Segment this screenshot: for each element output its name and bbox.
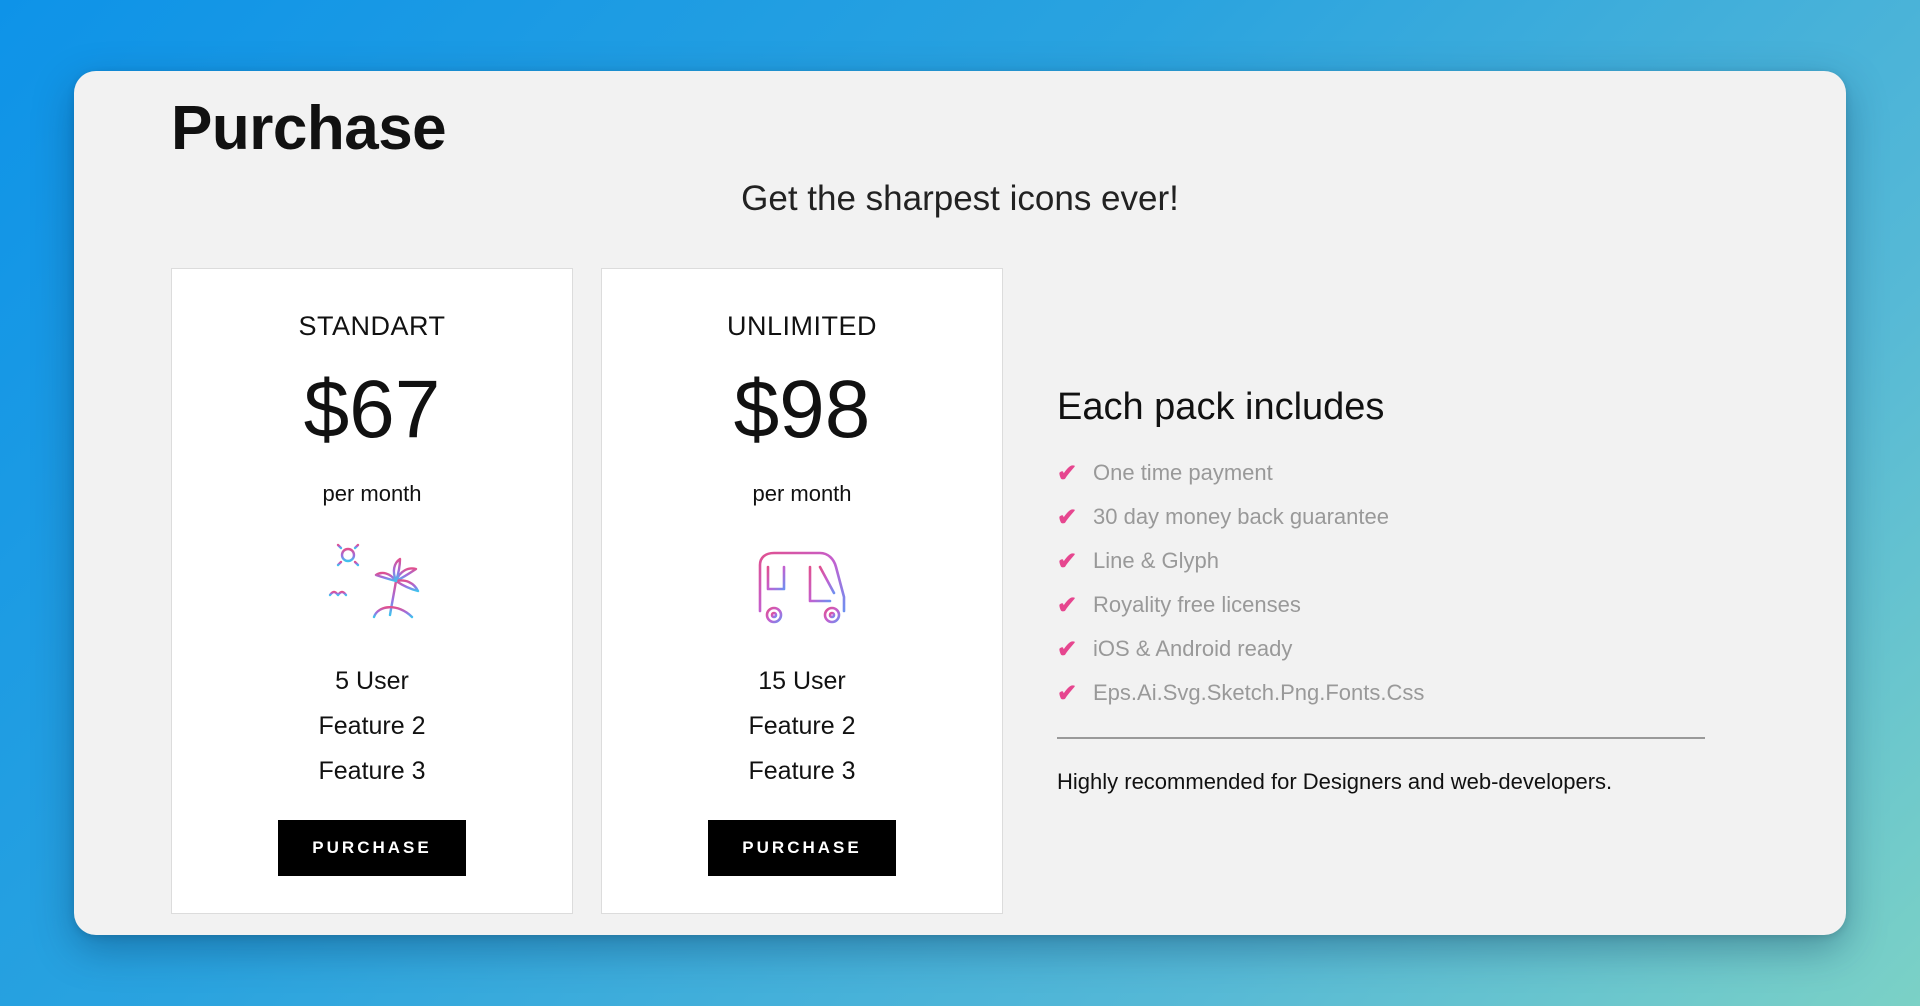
check-icon: ✔ bbox=[1057, 459, 1078, 487]
includes-item: ✔ 30 day money back guarantee bbox=[1057, 495, 1717, 539]
check-icon: ✔ bbox=[1057, 547, 1078, 575]
pricing-window: Purchase Get the sharpest icons ever! ST… bbox=[74, 71, 1846, 935]
plan-card-standart: STANDART $67 per month 5 User Feature 2 … bbox=[171, 268, 573, 914]
includes-item-label: Eps.Ai.Svg.Sketch.Png.Fonts.Css bbox=[1093, 680, 1425, 705]
includes-item-label: iOS & Android ready bbox=[1093, 636, 1293, 661]
includes-item: ✔ iOS & Android ready bbox=[1057, 627, 1717, 671]
check-icon: ✔ bbox=[1057, 503, 1078, 531]
includes-list: ✔ One time payment ✔ 30 day money back g… bbox=[1057, 451, 1717, 715]
feature-list: 5 User Feature 2 Feature 3 bbox=[172, 659, 572, 794]
purchase-button-unlimited[interactable]: PURCHASE bbox=[708, 820, 896, 876]
feature-item: Feature 2 bbox=[318, 712, 426, 740]
tuk-tuk-icon bbox=[758, 551, 846, 624]
includes-item: ✔ Eps.Ai.Svg.Sketch.Png.Fonts.Css bbox=[1057, 671, 1717, 715]
includes-item: ✔ One time payment bbox=[1057, 451, 1717, 495]
feature-item: 5 User bbox=[335, 667, 409, 695]
includes-item-label: One time payment bbox=[1093, 460, 1273, 485]
includes-item: ✔ Royality free licenses bbox=[1057, 583, 1717, 627]
plan-name: UNLIMITED bbox=[726, 311, 877, 341]
check-icon: ✔ bbox=[1057, 591, 1078, 619]
feature-item: Feature 3 bbox=[318, 757, 426, 785]
purchase-button-standart[interactable]: PURCHASE bbox=[278, 820, 466, 876]
plan-price: $98 bbox=[733, 364, 871, 455]
check-icon: ✔ bbox=[1057, 679, 1078, 707]
beach-palm-icon bbox=[326, 539, 420, 631]
feature-item: 15 User bbox=[758, 667, 846, 695]
feature-list: 15 User Feature 2 Feature 3 bbox=[602, 659, 1002, 794]
plan-card-unlimited: UNLIMITED $98 per month 15 User Feature … bbox=[601, 268, 1003, 914]
includes-title: Each pack includes bbox=[1057, 386, 1385, 428]
plan-name: STANDART bbox=[298, 311, 446, 341]
feature-item: Feature 2 bbox=[748, 712, 856, 740]
includes-item-label: 30 day money back guarantee bbox=[1093, 504, 1389, 529]
plan-period: per month bbox=[752, 481, 852, 506]
check-icon: ✔ bbox=[1057, 635, 1078, 663]
includes-item-label: Line & Glyph bbox=[1093, 548, 1219, 573]
page-title: Purchase bbox=[171, 94, 447, 163]
plan-price: $67 bbox=[303, 364, 441, 455]
page-subtitle: Get the sharpest icons ever! bbox=[741, 179, 1179, 218]
divider bbox=[1057, 737, 1705, 739]
plan-period: per month bbox=[322, 481, 422, 506]
includes-item-label: Royality free licenses bbox=[1093, 592, 1301, 617]
includes-item: ✔ Line & Glyph bbox=[1057, 539, 1717, 583]
includes-section: Each pack includes ✔ One time payment ✔ … bbox=[1057, 386, 1717, 795]
recommendation-note: Highly recommended for Designers and web… bbox=[1057, 769, 1613, 794]
feature-item: Feature 3 bbox=[748, 757, 856, 785]
